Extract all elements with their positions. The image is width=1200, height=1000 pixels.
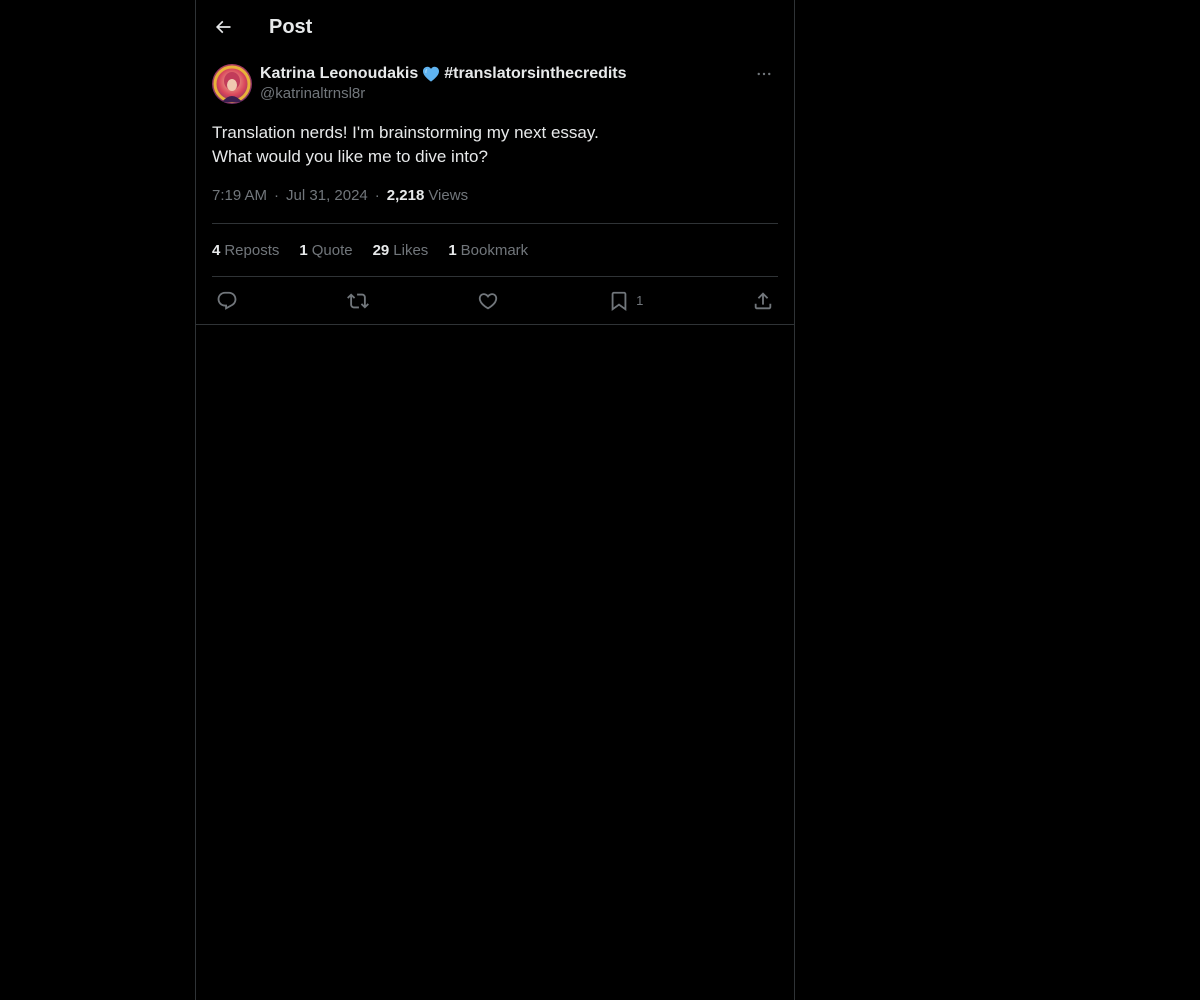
avatar[interactable] [212, 64, 252, 104]
repost-button[interactable] [346, 290, 369, 312]
bookmarks-label: Bookmark [460, 241, 529, 259]
post-text-line: What would you like me to dive into? [212, 147, 488, 166]
post-date[interactable]: Jul 31, 2024 [286, 187, 368, 204]
likes-stat[interactable]: 29 Likes [373, 242, 429, 259]
post-time[interactable]: 7:19 AM [212, 187, 267, 204]
post-detail: Katrina Leonoudakis #translatorsinthecre… [196, 54, 794, 325]
bookmark-icon [611, 291, 627, 311]
quotes-count: 1 [299, 241, 308, 259]
share-button[interactable] [752, 290, 774, 312]
author-row: Katrina Leonoudakis #translatorsinthecre… [212, 54, 778, 116]
author-hashtag[interactable]: #translatorsinthecredits [444, 64, 626, 84]
quotes-label: Quote [311, 241, 353, 259]
arrow-left-icon [215, 20, 231, 34]
reposts-count: 4 [212, 241, 221, 259]
page-header: Post [196, 0, 794, 54]
meta-separator: · [374, 187, 380, 204]
post-text-line: Translation nerds! I'm brainstorming my … [212, 123, 599, 142]
post-meta: 7:19 AM · Jul 31, 2024 · 2,218 Views [212, 184, 778, 223]
author-handle[interactable]: @katrinaltrnsl8r [260, 84, 627, 104]
page-title: Post [269, 15, 313, 38]
quotes-stat[interactable]: 1 Quote [299, 242, 352, 259]
repost-icon [346, 293, 369, 308]
views-label: Views [428, 187, 469, 204]
author-name-line[interactable]: Katrina Leonoudakis #translatorsinthecre… [260, 64, 627, 84]
main-column: Post Katrina Leonoudakis #translatorsint… [195, 0, 795, 1000]
author-info: Katrina Leonoudakis #translatorsinthecre… [260, 64, 627, 104]
avatar-image [212, 64, 252, 104]
blue-heart-emoji-icon [422, 66, 440, 82]
post-text: Translation nerds! I'm brainstorming my … [212, 121, 778, 169]
back-button[interactable] [206, 10, 240, 44]
reply-icon [217, 291, 237, 310]
post-bottom-border [196, 324, 794, 325]
bookmark-action-count: 1 [636, 293, 644, 308]
share-icon [754, 291, 772, 309]
likes-count: 29 [372, 241, 390, 259]
action-bar: 1 [212, 277, 778, 324]
reply-button[interactable] [216, 290, 238, 312]
bookmarks-stat[interactable]: 1 Bookmark [448, 242, 528, 259]
reposts-stat[interactable]: 4 Reposts [212, 242, 279, 259]
more-horizontal-icon [757, 72, 771, 76]
views-count: 2,218 [386, 187, 425, 204]
reposts-label: Reposts [224, 241, 280, 259]
heart-icon [479, 292, 498, 309]
bookmark-button[interactable]: 1 [608, 290, 643, 312]
author-name[interactable]: Katrina Leonoudakis [260, 64, 418, 84]
meta-separator: · [274, 187, 280, 204]
likes-label: Likes [393, 241, 429, 259]
engagement-stats: 4 Reposts 1 Quote 29 Likes 1 Bookmark [212, 224, 778, 276]
bookmarks-count: 1 [448, 241, 457, 259]
like-button[interactable] [477, 290, 499, 312]
more-options-button[interactable] [752, 62, 776, 86]
